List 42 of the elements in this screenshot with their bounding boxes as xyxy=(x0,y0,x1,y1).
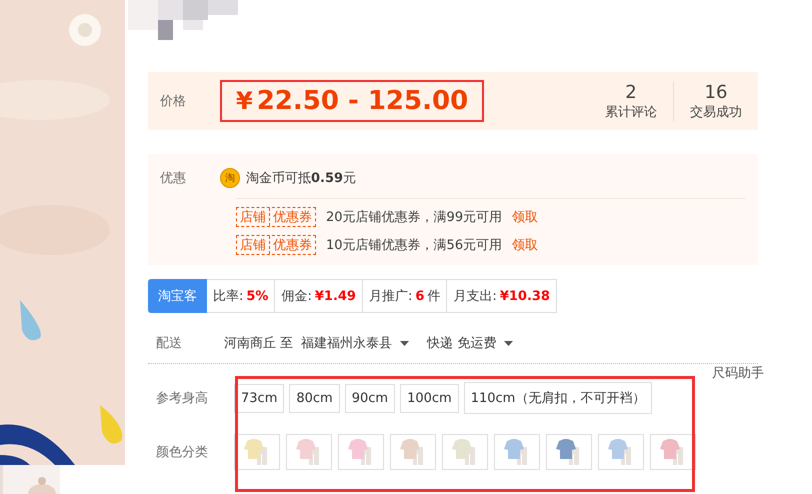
currency-symbol: ¥ xyxy=(236,87,253,115)
coin-icon: 淘 xyxy=(220,168,240,188)
color-swatch[interactable] xyxy=(494,434,540,470)
shipping-dropdown[interactable]: 快递 免运费 xyxy=(427,334,496,352)
size-option[interactable]: 73cm xyxy=(234,384,284,412)
color-swatch[interactable] xyxy=(650,434,696,470)
coupon-text: 20元店铺优惠券，满99元可用 xyxy=(326,209,502,226)
caret-icon[interactable] xyxy=(504,340,514,346)
coin-discount-text: 淘金币可抵0.59元 xyxy=(246,170,356,187)
stat-cell: 比率: 5% xyxy=(207,279,276,313)
destination-dropdown[interactable]: 福建福州永泰县 xyxy=(301,334,392,352)
coupon-text: 10元店铺优惠券，满56元可用 xyxy=(326,237,502,254)
color-swatch[interactable] xyxy=(286,434,332,470)
stat-count: 2 xyxy=(625,82,637,102)
color-swatch[interactable] xyxy=(442,434,488,470)
taobaoke-badge: 淘宝客 xyxy=(148,279,207,313)
option-label: 参考身高 xyxy=(156,390,209,407)
option-label: 颜色分类 xyxy=(156,444,209,461)
coupon-tag: 店铺 优惠券 xyxy=(236,235,316,255)
coupon-tag: 店铺 优惠券 xyxy=(236,207,316,227)
stat-count: 16 xyxy=(704,82,728,102)
stat-cell: 月支出: ¥10.38 xyxy=(447,279,557,313)
delivery-label: 配送 xyxy=(156,335,183,352)
origin-text: 河南商丘 至 xyxy=(224,335,294,352)
color-swatch[interactable] xyxy=(338,434,384,470)
stat-label: 交易成功 xyxy=(690,104,742,120)
size-option[interactable]: 100cm xyxy=(400,384,459,412)
size-option[interactable]: 80cm xyxy=(289,384,340,412)
size-option[interactable]: 110cm（无肩扣，不可开裆） xyxy=(464,382,652,414)
color-swatch[interactable] xyxy=(546,434,592,470)
size-option[interactable]: 90cm xyxy=(344,384,396,412)
price-label: 价格 xyxy=(160,93,187,110)
color-swatch[interactable] xyxy=(390,434,436,470)
stat-cell: 佣金: ¥1.49 xyxy=(275,279,363,313)
stat-cell: 月推广: 6 件 xyxy=(362,279,448,313)
stat-label: 累计评论 xyxy=(605,104,657,120)
size-helper-link[interactable]: 尺码助手 xyxy=(712,364,764,382)
promotion-label: 优惠 xyxy=(160,170,187,187)
color-swatch[interactable] xyxy=(234,434,280,470)
price-range: 22.50 - 125.00 xyxy=(256,86,468,116)
caret-icon[interactable] xyxy=(400,340,410,346)
color-swatch[interactable] xyxy=(598,434,644,470)
